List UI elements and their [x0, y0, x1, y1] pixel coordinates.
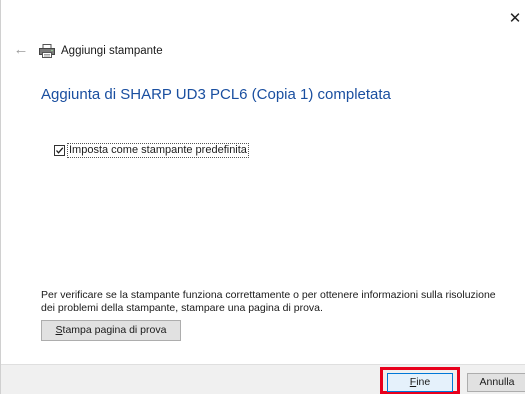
- back-arrow-icon: ←: [13, 41, 29, 58]
- add-printer-dialog: ✕ ← Aggiungi stampante Aggiunta di SHARP…: [0, 0, 525, 394]
- cancel-button[interactable]: Annulla: [467, 373, 525, 392]
- cancel-label: Annulla: [479, 376, 515, 388]
- default-printer-label[interactable]: Imposta come stampante predefinita: [67, 143, 249, 158]
- dialog-title: Aggiungi stampante: [61, 45, 163, 57]
- completion-heading: Aggiunta di SHARP UD3 PCL6 (Copia 1) com…: [41, 86, 391, 103]
- finish-button[interactable]: Fine: [387, 373, 453, 392]
- default-printer-option[interactable]: Imposta come stampante predefinita: [54, 143, 249, 158]
- test-page-info-text: Per verificare se la stampante funziona …: [41, 289, 496, 314]
- finish-label: Fine: [409, 376, 431, 388]
- printer-icon: [39, 44, 55, 58]
- default-printer-checkbox[interactable]: [54, 145, 65, 156]
- close-button[interactable]: ✕: [506, 10, 524, 28]
- checkmark-icon: [56, 147, 64, 154]
- back-button[interactable]: ←: [11, 40, 31, 60]
- dialog-header: Aggiungi stampante: [39, 41, 163, 61]
- print-test-page-label: Stampa pagina di prova: [55, 324, 167, 336]
- print-test-page-button[interactable]: Stampa pagina di prova: [41, 320, 181, 341]
- close-icon: ✕: [508, 10, 522, 27]
